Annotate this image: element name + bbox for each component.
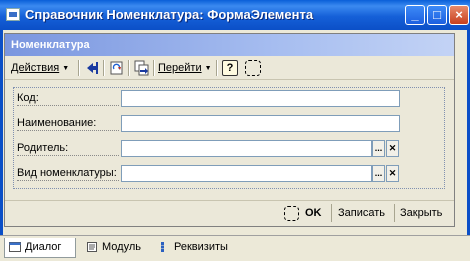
item-type-select-button[interactable]: ... [372,165,385,182]
code-field[interactable] [121,90,400,107]
ok-icon [284,206,299,221]
label-underline [17,130,119,131]
label-underline [17,180,119,181]
help-icon[interactable]: ? [222,60,238,76]
ok-button[interactable]: OK [305,207,322,219]
form-panel: Номенклатура Действия ▼ Перейти ▼ ? Код:… [4,33,455,227]
item-type-field[interactable] [121,165,372,182]
maximize-button[interactable]: □ [427,5,447,25]
parent-clear-button[interactable]: ✕ [386,140,399,157]
button-divider [394,204,395,222]
placeholder-icon[interactable] [245,60,261,76]
actions-menu[interactable]: Действия ▼ [11,62,69,74]
name-label: Наименование: [17,117,97,129]
tab-attributes-label: Реквизиты [174,241,228,253]
toolbar-divider [153,60,155,76]
label-underline [17,105,119,106]
parent-select-button[interactable]: ... [372,140,385,157]
toolbar-divider [128,60,130,76]
app-icon [6,8,20,21]
form-toolbar: Действия ▼ Перейти ▼ ? [5,56,454,80]
button-divider [331,204,332,222]
close-window-button[interactable]: × [449,5,469,25]
item-type-label: Вид номенклатуры: [17,167,117,179]
tab-dialog-label: Диалог [25,241,62,253]
toolbar-divider [78,60,80,76]
refresh-icon[interactable] [109,60,125,76]
module-icon [87,242,97,252]
form-button-bar: OK Записать Закрыть [5,200,454,226]
toolbar-divider [216,60,218,76]
copy-arrow-icon[interactable] [134,60,150,76]
move-left-icon[interactable] [85,60,101,76]
window-titlebar[interactable]: Справочник Номенклатура: ФормаЭлемента _… [0,0,470,30]
attributes-icon [161,242,164,252]
tab-module-label: Модуль [102,241,141,253]
actions-menu-label: Действия [11,62,60,74]
minimize-button[interactable]: _ [405,5,425,25]
save-button[interactable]: Записать [338,207,385,219]
window-title: Справочник Номенклатура: ФормаЭлемента [25,7,314,22]
code-label: Код: [17,92,39,104]
form-title: Номенклатура [5,34,454,56]
tab-dialog[interactable]: Диалог [4,238,76,258]
goto-menu-label: Перейти [158,62,202,74]
parent-label: Родитель: [17,142,69,154]
goto-menu[interactable]: Перейти ▼ [158,62,212,74]
chevron-down-icon: ▼ [62,65,70,72]
label-underline [17,155,119,156]
close-button[interactable]: Закрыть [400,207,442,219]
parent-field[interactable] [121,140,372,157]
dialog-icon [9,242,21,252]
tab-module[interactable]: Модуль [82,238,148,258]
item-type-clear-button[interactable]: ✕ [386,165,399,182]
chevron-down-icon: ▼ [204,65,212,72]
tab-attributes[interactable]: Реквизиты [154,238,244,258]
designer-tabs: Диалог Модуль Реквизиты [0,235,470,261]
toolbar-divider [103,60,105,76]
name-field[interactable] [121,115,400,132]
